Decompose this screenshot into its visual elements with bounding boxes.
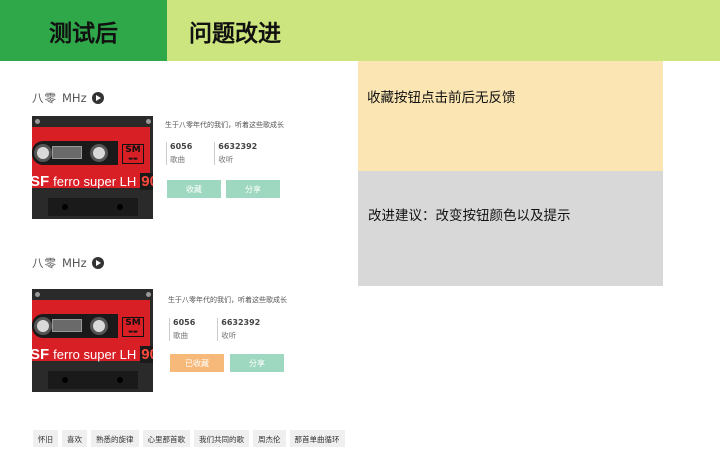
tag-item[interactable]: 熟悉的旋律 [91, 430, 139, 447]
reel-icon [90, 144, 108, 162]
stat-label: 歌曲 [170, 155, 185, 164]
stat-songs: 6056 歌曲 [169, 318, 217, 341]
header-left: 测试后 [0, 0, 167, 61]
suggestion-panel: 改进建议：改变按钮颜色以及提示 [358, 171, 663, 286]
station-description: 生于八零年代的我们，听着这些歌成长 [168, 296, 287, 304]
hole-icon [62, 204, 68, 210]
stat-value: 6632392 [221, 318, 261, 327]
header-left-title: 测试后 [49, 20, 118, 47]
stat-label: 收听 [221, 331, 237, 340]
cassette-window [52, 146, 82, 159]
cassette-window [52, 319, 82, 332]
station-card-1: 八零 MHz SM▬▬ SFferro super LH90 生于八零年代的我们… [0, 90, 330, 250]
station-freq: MHz [62, 256, 87, 270]
share-button[interactable]: 分享 [226, 180, 280, 198]
station-description: 生于八零年代的我们，听着这些歌成长 [165, 121, 284, 129]
brand-badge: SM ▬▬ [122, 317, 144, 337]
stat-listens: 6632392 收听 [217, 318, 282, 341]
stat-listens: 6632392 收听 [214, 142, 279, 165]
hole-icon [117, 377, 123, 383]
hole-icon [117, 204, 123, 210]
reel-icon [34, 317, 52, 335]
stat-label: 歌曲 [173, 331, 188, 340]
reel-icon [90, 317, 108, 335]
reel-icon [34, 144, 52, 162]
stat-value: 6056 [173, 318, 196, 327]
station-name: 八零 [32, 91, 57, 105]
station-title: 八零 MHz [32, 90, 104, 106]
collect-button[interactable]: 收藏 [167, 180, 221, 198]
screw-icon [35, 119, 40, 124]
station-stats: 6056 歌曲 6632392 收听 [169, 318, 282, 341]
station-title: 八零 MHz [32, 255, 104, 271]
header-right: 问题改进 [167, 0, 720, 61]
station-stats: 6056 歌曲 6632392 收听 [166, 142, 279, 165]
share-button[interactable]: 分享 [230, 354, 284, 372]
station-name: 八零 [32, 256, 57, 270]
station-card-2: 八零 MHz SM▬▬ SFferro super LH90 生于八零年代的我们… [0, 255, 330, 415]
tag-item[interactable]: 我们共同的歌 [194, 430, 249, 447]
tag-item[interactable]: 那首单曲循环 [289, 430, 345, 447]
suggestion-text: 改进建议：改变按钮颜色以及提示 [368, 208, 571, 224]
stat-label: 收听 [218, 155, 234, 164]
cassette-cover-image[interactable]: SM▬▬ SFferro super LH90 [32, 116, 153, 219]
station-freq: MHz [62, 91, 87, 105]
cassette-text: SFferro super LH90 [32, 346, 153, 363]
tag-item[interactable]: 心里那首歌 [142, 430, 190, 447]
collected-button[interactable]: 已收藏 [170, 354, 224, 372]
stat-value: 6632392 [218, 142, 258, 151]
brand-badge: SM ▬▬ [122, 144, 144, 164]
cassette-cover-image[interactable]: SM▬▬ SFferro super LH90 [32, 289, 153, 392]
issue-text: 收藏按钮点击前后无反馈 [367, 90, 516, 106]
header-right-title: 问题改进 [189, 20, 281, 47]
play-icon[interactable] [91, 92, 104, 104]
screw-icon [146, 119, 151, 124]
issue-panel: 收藏按钮点击前后无反馈 [358, 61, 663, 171]
hole-icon [62, 377, 68, 383]
screw-icon [35, 292, 40, 297]
tag-list: 怀旧 喜欢 熟悉的旋律 心里那首歌 我们共同的歌 周杰伦 那首单曲循环 [33, 430, 345, 447]
play-icon[interactable] [91, 257, 104, 269]
cassette-text: SFferro super LH90 [32, 173, 153, 190]
stat-songs: 6056 歌曲 [166, 142, 214, 165]
tag-item[interactable]: 怀旧 [33, 430, 58, 447]
screw-icon [146, 292, 151, 297]
tag-item[interactable]: 喜欢 [62, 430, 87, 447]
tag-item[interactable]: 周杰伦 [253, 430, 286, 447]
stat-value: 6056 [170, 142, 193, 151]
